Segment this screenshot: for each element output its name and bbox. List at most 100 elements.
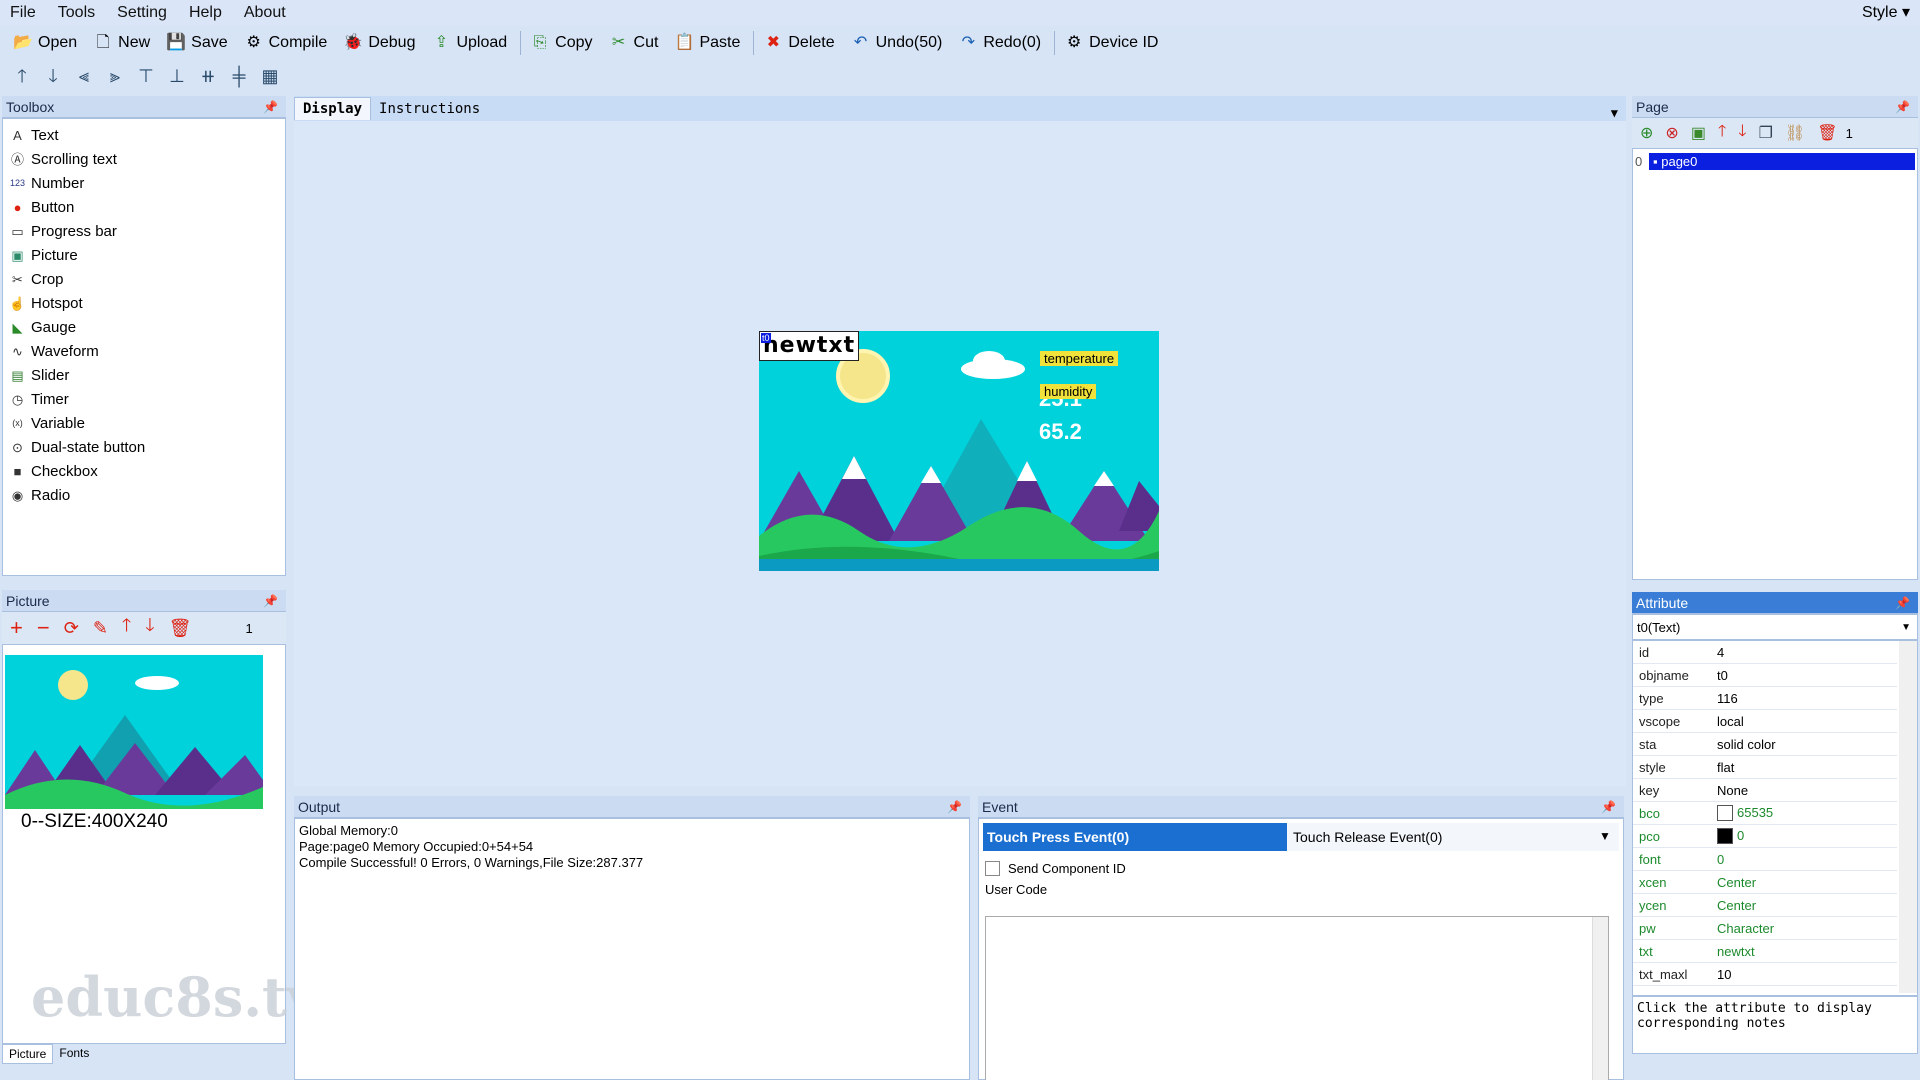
center-horizontal-icon[interactable]: ⧺ (196, 64, 220, 88)
move-down-icon[interactable]: 🡓 (1738, 120, 1746, 147)
attribute-value[interactable]: 65535 (1713, 805, 1897, 822)
pin-icon[interactable]: 📌 (947, 796, 962, 817)
attribute-row-ycen[interactable]: ycen Center (1633, 894, 1897, 917)
pin-icon[interactable]: 📌 (1895, 96, 1910, 117)
attribute-value[interactable]: local (1713, 714, 1897, 729)
move-up-icon[interactable]: 🡑 (122, 613, 131, 643)
attribute-value[interactable]: 4 (1713, 645, 1897, 660)
humidity-label[interactable]: humidity (1040, 384, 1097, 399)
attribute-value[interactable]: 116 (1713, 691, 1897, 706)
attribute-value[interactable]: Center (1713, 898, 1897, 913)
menu-setting[interactable]: Setting (117, 4, 167, 22)
toolbox-item-variable[interactable]: (x) Variable (3, 411, 285, 435)
toolbox-item-slider[interactable]: ▤ Slider (3, 363, 285, 387)
tab-display[interactable]: Display (294, 97, 372, 120)
toolbox-item-dual-state-button[interactable]: ⊙ Dual-state button (3, 435, 285, 459)
toolbox-item-text[interactable]: A Text (3, 123, 285, 147)
attribute-row-key[interactable]: key None (1633, 779, 1897, 802)
menu-file[interactable]: File (10, 4, 36, 22)
attribute-value[interactable]: None (1713, 783, 1897, 798)
send-component-id-checkbox[interactable] (985, 861, 1000, 876)
center-vertical-icon[interactable]: ╪ (227, 64, 251, 88)
toolbox-item-waveform[interactable]: ∿ Waveform (3, 339, 285, 363)
attribute-row-bco[interactable]: bco 65535 (1633, 802, 1897, 825)
attribute-value[interactable]: Character (1713, 921, 1897, 936)
toolbox-item-timer[interactable]: ◷ Timer (3, 387, 285, 411)
attribute-value[interactable]: flat (1713, 760, 1897, 775)
device-id-button[interactable]: ⚙ Device ID (1061, 29, 1161, 57)
new-button[interactable]: 🗋 New (90, 29, 153, 57)
chevron-down-icon[interactable]: ▼ (1901, 622, 1911, 633)
dropdown-arrow-icon[interactable]: ▼ (1611, 106, 1618, 120)
debug-button[interactable]: 🐞 Debug (340, 29, 418, 57)
delete-button[interactable]: ✖ Delete (760, 29, 837, 57)
pin-icon[interactable]: 📌 (263, 96, 278, 117)
temperature-label[interactable]: temperature (1040, 351, 1119, 366)
cut-button[interactable]: ✂ Cut (606, 29, 662, 57)
tab-touch-release-event[interactable]: Touch Release Event(0) (1287, 823, 1599, 851)
attribute-row-font[interactable]: font 0 (1633, 848, 1897, 871)
attribute-row-xcen[interactable]: xcen Center (1633, 871, 1897, 894)
menu-about[interactable]: About (244, 4, 286, 22)
attribute-value[interactable]: solid color (1713, 737, 1897, 752)
color-swatch[interactable] (1717, 805, 1733, 822)
open-button[interactable]: 📂 Open (10, 29, 80, 57)
toolbox-item-hotspot[interactable]: ☝ Hotspot (3, 291, 285, 315)
paste-button[interactable]: 📋 Paste (671, 29, 743, 57)
attribute-value[interactable]: 0 (1713, 852, 1897, 867)
copy-button[interactable]: ⎘ Copy (527, 29, 595, 57)
move-down-icon[interactable]: 🡓 (145, 613, 154, 643)
replace-icon[interactable]: ⟳ (64, 618, 79, 639)
move-up-icon[interactable]: 🡑 (1718, 120, 1726, 147)
tab-fonts[interactable]: Fonts (53, 1044, 95, 1064)
add-icon[interactable]: + (10, 615, 23, 641)
insert-page-icon[interactable]: ▣ (1691, 123, 1706, 143)
pin-icon[interactable]: 📌 (263, 590, 278, 611)
tab-picture[interactable]: Picture (2, 1044, 54, 1064)
compile-button[interactable]: ⚙ Compile (241, 29, 331, 57)
attribute-value[interactable]: t0 (1713, 668, 1897, 683)
toolbox-item-scrolling-text[interactable]: Ⓐ Scrolling text (3, 147, 285, 171)
edit-icon[interactable]: ✎ (93, 618, 108, 639)
attribute-row-pw[interactable]: pw Character (1633, 917, 1897, 940)
page-canvas[interactable]: 25.1 65.2 newtxt t0 temperature humidity (759, 331, 1159, 571)
picture-thumbnail[interactable] (5, 655, 263, 809)
attribute-row-pco[interactable]: pco 0 (1633, 825, 1897, 848)
toolbox-item-button[interactable]: ● Button (3, 195, 285, 219)
menu-tools[interactable]: Tools (58, 4, 95, 22)
toolbox-item-gauge[interactable]: ◣ Gauge (3, 315, 285, 339)
attribute-row-style[interactable]: style flat (1633, 756, 1897, 779)
tab-instructions[interactable]: Instructions (371, 98, 488, 120)
attribute-value[interactable]: Center (1713, 875, 1897, 890)
page-name[interactable]: ▪ page0 (1649, 153, 1915, 170)
style-menu[interactable]: Style ▾ (1862, 2, 1910, 22)
attribute-row-txt[interactable]: txt newtxt (1633, 940, 1897, 963)
trash-icon[interactable]: 🗑 (1817, 123, 1837, 143)
trash-icon[interactable]: 🗑 (169, 618, 192, 639)
attribute-value[interactable]: 10 (1713, 967, 1897, 982)
toolbox-item-checkbox[interactable]: ■ Checkbox (3, 459, 285, 483)
list-item[interactable]: 0 ▪ page0 (1635, 153, 1915, 170)
import-page-icon[interactable]: ⛓ (1785, 123, 1805, 143)
component-selector[interactable]: t0(Text) ▼ (1632, 614, 1918, 640)
attribute-value[interactable]: 0 (1713, 828, 1897, 845)
attribute-value[interactable]: newtxt (1713, 944, 1897, 959)
text-component-t0[interactable]: newtxt (759, 331, 860, 361)
pin-icon[interactable]: 📌 (1895, 592, 1910, 613)
toolbox-item-number[interactable]: 123 Number (3, 171, 285, 195)
attribute-row-id[interactable]: id 4 (1633, 641, 1897, 664)
attribute-row-sta[interactable]: sta solid color (1633, 733, 1897, 756)
save-button[interactable]: 💾 Save (163, 29, 230, 57)
toolbox-item-progress-bar[interactable]: ▭ Progress bar (3, 219, 285, 243)
attribute-row-vscope[interactable]: vscope local (1633, 710, 1897, 733)
align-bottom-icon[interactable]: ⊥ (165, 64, 189, 88)
align-right-icon[interactable]: ⫸ (103, 64, 127, 88)
chevron-down-icon[interactable]: ▼ (1599, 823, 1619, 851)
attribute-row-txt-maxl[interactable]: txt_maxl 10 (1633, 963, 1897, 986)
user-code-editor[interactable] (985, 916, 1609, 1080)
attribute-row-type[interactable]: type 116 (1633, 687, 1897, 710)
move-up-icon[interactable]: 🡑 (10, 64, 34, 88)
delete-page-icon[interactable]: ⊗ (1665, 123, 1678, 143)
toolbox-item-picture[interactable]: ▣ Picture (3, 243, 285, 267)
move-down-icon[interactable]: 🡓 (41, 64, 65, 88)
